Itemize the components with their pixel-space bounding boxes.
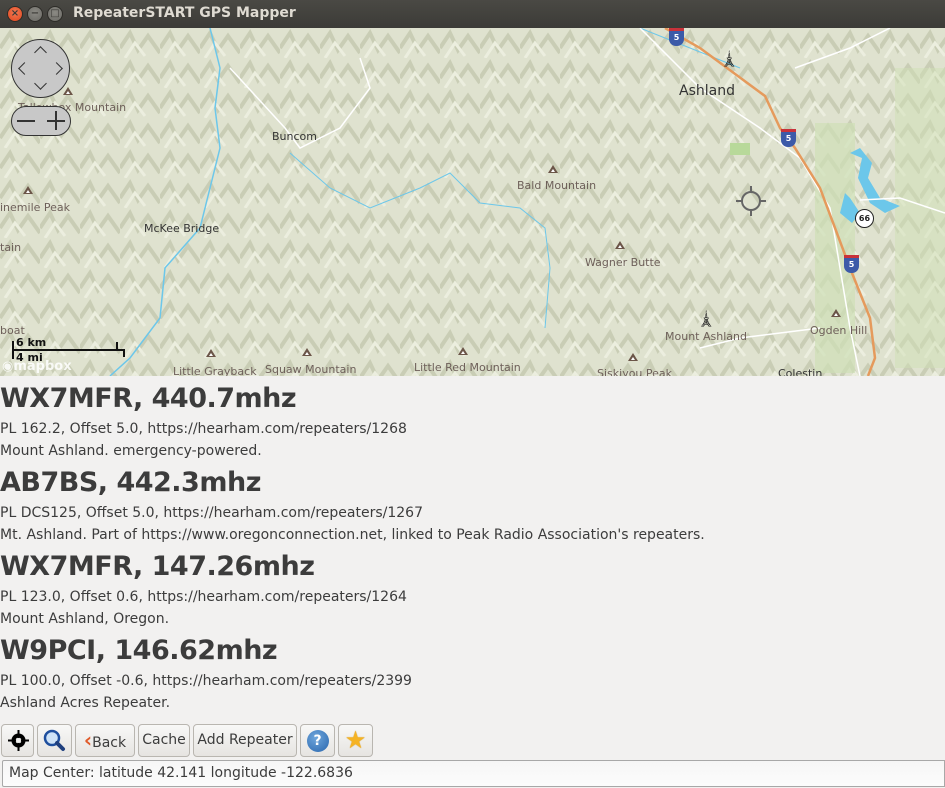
repeater-title: W9PCI, 146.62mhz xyxy=(0,635,278,666)
gps-target-icon xyxy=(8,730,29,751)
pan-control[interactable] xyxy=(11,39,70,98)
map-label-ninemile-peak: inemile Peak xyxy=(0,201,71,214)
favorite-button[interactable]: ★ xyxy=(338,724,373,757)
repeater-details: PL 162.2, Offset 5.0, https://hearham.co… xyxy=(0,421,407,437)
repeater-list: WX7MFR, 440.7mhz PL 162.2, Offset 5.0, h… xyxy=(0,378,945,714)
peak-icon xyxy=(615,241,625,249)
repeater-entry: W9PCI, 146.62mhz PL 100.0, Offset -0.6, … xyxy=(0,630,945,714)
map-label-mckee-bridge: McKee Bridge xyxy=(144,222,220,235)
repeater-title: WX7MFR, 440.7mhz xyxy=(0,383,297,414)
interstate-shield: 5 xyxy=(669,28,684,46)
peak-icon xyxy=(302,348,312,356)
pan-right-icon[interactable] xyxy=(50,62,63,75)
scale-metric-label: 6 km xyxy=(16,336,47,349)
interstate-shield: 5 xyxy=(781,129,796,147)
close-window-button[interactable]: × xyxy=(7,6,23,22)
magnifier-icon xyxy=(43,729,65,751)
back-label: Back xyxy=(92,735,127,751)
mapbox-logo[interactable]: ◉mapbox xyxy=(2,359,72,374)
zoom-control[interactable] xyxy=(11,106,71,136)
locate-button[interactable] xyxy=(1,724,34,757)
back-button[interactable]: ‹Back xyxy=(75,724,135,757)
map-label-bald-mountain: Bald Mountain xyxy=(517,179,597,192)
mapbox-logo-text: mapbox xyxy=(13,359,72,374)
repeater-details: PL 100.0, Offset -0.6, https://hearham.c… xyxy=(0,673,412,689)
interstate-shield: 5 xyxy=(844,255,859,273)
repeater-description: Mount Ashland, Oregon. xyxy=(0,611,170,627)
cache-button[interactable]: Cache xyxy=(138,724,190,757)
back-chevron-icon: ‹ xyxy=(83,728,93,752)
map-label-little-grayback: Little Grayback xyxy=(173,365,257,376)
radio-tower-icon[interactable]: 🗼︎ xyxy=(696,311,716,327)
repeater-title: AB7BS, 442.3mhz xyxy=(0,467,261,498)
zoom-out-icon[interactable] xyxy=(17,120,35,122)
map-label-ashland: Ashland xyxy=(679,83,735,99)
scale-tick xyxy=(116,342,118,350)
radio-tower-icon[interactable]: 🗼︎ xyxy=(719,51,739,67)
map-label-tain: tain xyxy=(0,241,22,254)
state-route-shield: 66 xyxy=(855,209,874,228)
repeater-description: Mt. Ashland. Part of https://www.oregonc… xyxy=(0,527,705,543)
map-center-status-field[interactable]: Map Center: latitude 42.141 longitude -1… xyxy=(2,760,945,787)
peak-icon xyxy=(548,165,558,173)
map-label-colestin: Colestin xyxy=(778,367,823,376)
map-terrain xyxy=(0,28,945,376)
map-center-crosshair-icon xyxy=(736,186,766,216)
repeater-details: PL 123.0, Offset 0.6, https://hearham.co… xyxy=(0,589,407,605)
star-icon: ★ xyxy=(344,726,367,754)
pan-down-icon[interactable] xyxy=(34,77,47,90)
minimize-icon: − xyxy=(30,8,40,19)
mapbox-logo-icon: ◉ xyxy=(2,359,14,374)
map-label-mount-ashland: Mount Ashland xyxy=(665,330,747,343)
maximize-window-button[interactable]: □ xyxy=(47,6,63,22)
close-icon: × xyxy=(10,8,20,19)
map-label-wagner-butte: Wagner Butte xyxy=(585,256,661,269)
pan-left-icon[interactable] xyxy=(18,62,31,75)
scale-tick xyxy=(12,341,14,359)
window-title: RepeaterSTART GPS Mapper xyxy=(73,5,296,21)
add-repeater-button[interactable]: Add Repeater xyxy=(193,724,297,757)
map-label-ogden-hill: Ogden Hill xyxy=(810,324,868,337)
map-label-buncom: Buncom xyxy=(272,130,317,143)
repeater-description: Mount Ashland. emergency-powered. xyxy=(0,443,262,459)
zoom-in-icon-vertical xyxy=(55,111,57,130)
scale-tick xyxy=(123,349,125,357)
map-center-status-text: Map Center: latitude 42.141 longitude -1… xyxy=(9,765,353,781)
repeater-entry: AB7BS, 442.3mhz PL DCS125, Offset 5.0, h… xyxy=(0,462,945,546)
pan-up-icon[interactable] xyxy=(34,46,47,59)
repeater-entry: WX7MFR, 440.7mhz PL 162.2, Offset 5.0, h… xyxy=(0,378,945,462)
repeater-description: Ashland Acres Repeater. xyxy=(0,695,171,711)
map-label-siskiyou-peak: Siskiyou Peak xyxy=(597,367,673,376)
peak-icon xyxy=(23,186,33,194)
title-bar: × − □ RepeaterSTART GPS Mapper xyxy=(0,0,945,28)
map-scale-bar: 6 km 4 mi xyxy=(12,336,125,364)
peak-icon xyxy=(831,309,841,317)
peak-icon xyxy=(63,87,73,95)
map-label-little-red-mountain: Little Red Mountain xyxy=(414,361,521,374)
search-button[interactable] xyxy=(37,724,72,757)
repeater-details: PL DCS125, Offset 5.0, https://hearham.c… xyxy=(0,505,423,521)
maximize-icon: □ xyxy=(50,8,60,19)
repeater-entry: WX7MFR, 147.26mhz PL 123.0, Offset 0.6, … xyxy=(0,546,945,630)
help-icon: ? xyxy=(306,730,329,752)
repeater-title: WX7MFR, 147.26mhz xyxy=(0,551,315,582)
help-button[interactable]: ? xyxy=(300,724,335,757)
map-view[interactable]: Tallowbox Mountain Buncom Ashland Bald M… xyxy=(0,28,945,376)
peak-icon xyxy=(458,347,468,355)
peak-icon xyxy=(628,353,638,361)
peak-icon xyxy=(206,349,216,357)
map-label-squaw-mountain: Squaw Mountain xyxy=(265,363,357,376)
minimize-window-button[interactable]: − xyxy=(27,6,43,22)
